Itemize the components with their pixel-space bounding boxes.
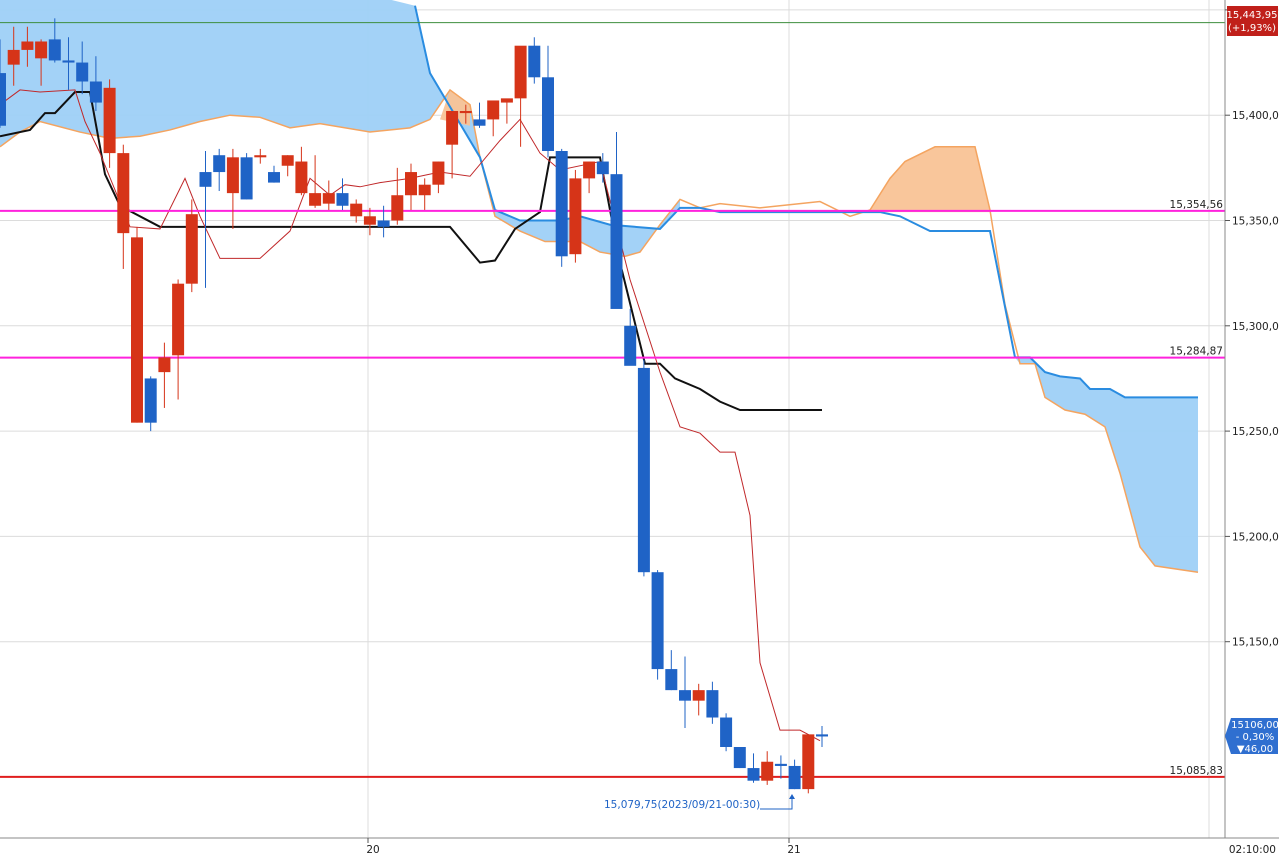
candle-body (268, 172, 280, 183)
top-price-box: 15,443,95 (+1,93%) (1227, 6, 1278, 36)
y-tick-label: 15,400,00 (1232, 110, 1279, 122)
candle-body (76, 62, 89, 82)
candle-body (185, 214, 198, 284)
y-tick-label: 15,200,00 (1232, 531, 1279, 543)
candle-body (363, 216, 376, 225)
candle-body (336, 193, 349, 206)
candle-body (665, 669, 678, 691)
y-tick-label: 15,150,00 (1232, 637, 1279, 649)
current-price-box: 15106,00- 0,30%▼46,00 (1225, 718, 1279, 755)
candle-body (459, 110, 472, 114)
candle-body (706, 690, 719, 718)
candle-body (528, 45, 541, 78)
candle-body (144, 378, 157, 423)
y-tick-label: 15,350,00 (1232, 216, 1279, 228)
x-tick-label: 20 (366, 844, 379, 856)
top-price-value: 15,443,95 (1227, 10, 1278, 21)
candle-body (761, 761, 774, 781)
candle-body (555, 151, 568, 257)
candle-body (322, 193, 335, 204)
y-tick-label: 15,300,00 (1232, 321, 1279, 333)
current-price-change: ▼46,00 (1237, 744, 1273, 755)
candle-body (89, 81, 102, 103)
candle-body (131, 237, 143, 423)
x-axis-ticks: 20 21 02:10:00 (366, 838, 1276, 856)
candle (240, 153, 253, 200)
candle-body (172, 283, 185, 356)
candle-body (7, 49, 20, 65)
candle (637, 359, 650, 577)
candle-body (651, 572, 664, 670)
candle (733, 747, 746, 769)
candle-body (733, 747, 746, 769)
level-15085-label: 15,085,83 (1170, 765, 1223, 777)
candle-body (418, 184, 431, 196)
candle-body (500, 98, 513, 103)
candle-body (802, 734, 815, 790)
candle-body (432, 161, 445, 185)
ichimoku-chart[interactable]: 15,354,5615,284,8715,085,83 15,450,0015,… (0, 0, 1279, 860)
candle-body (679, 690, 691, 701)
candle-body (788, 765, 801, 790)
candle-body (158, 357, 171, 373)
candle (569, 169, 582, 263)
candle-body (487, 100, 500, 120)
candle-body (747, 768, 760, 781)
candle (555, 148, 568, 267)
candle-body (199, 172, 212, 187)
candle-body (226, 157, 239, 194)
low-annotation-text: 15,079,75(2023/09/21-00:30) (604, 799, 760, 811)
candle-body (117, 153, 130, 234)
candle-body (295, 161, 308, 194)
candle-body (48, 39, 61, 61)
chart-svg[interactable]: 15,354,5615,284,8715,085,83 15,450,0015,… (0, 0, 1279, 860)
candle (720, 713, 733, 752)
candle-body (446, 110, 459, 145)
candle-body (692, 690, 705, 701)
candle (651, 570, 664, 680)
candle-body (0, 73, 6, 126)
candle-body (637, 367, 650, 573)
current-price-value: 15106,00 (1231, 720, 1279, 731)
x-tick-label: 21 (787, 844, 800, 856)
candle-body (624, 325, 637, 366)
candle-body (405, 172, 417, 196)
candle-body (720, 717, 733, 747)
x-time-label: 02:10:00 (1229, 844, 1276, 856)
candle-body (542, 77, 554, 152)
candle-body (391, 195, 404, 221)
level-15354-label: 15,354,56 (1170, 199, 1224, 211)
candle (802, 734, 815, 794)
candle-body (350, 203, 363, 217)
candle-body (254, 155, 267, 158)
y-tick-label: 15,250,00 (1232, 426, 1279, 438)
candle-body (35, 41, 48, 59)
y-axis-ticks: 15,450,0015,400,0015,350,0015,300,0015,2… (1225, 5, 1279, 649)
candle-body (596, 161, 609, 175)
candle-body (610, 174, 623, 309)
candle-body (21, 41, 34, 50)
candle-body (309, 193, 322, 206)
candle-body (240, 157, 253, 200)
candle-body (213, 155, 226, 173)
candle-body (816, 734, 828, 737)
candle-body (281, 155, 294, 166)
candle-body (514, 45, 527, 99)
candle (131, 226, 143, 423)
candle-body (774, 763, 787, 766)
candle-body (583, 161, 596, 179)
candle-body (473, 119, 486, 126)
candle-body (377, 220, 390, 227)
current-price-pct: - 0,30% (1236, 732, 1275, 743)
top-price-change: (+1,93%) (1228, 23, 1276, 34)
candle-body (569, 178, 582, 255)
level-15284-label: 15,284,87 (1170, 346, 1223, 358)
candle-body (103, 87, 116, 154)
candle-body (62, 60, 75, 63)
